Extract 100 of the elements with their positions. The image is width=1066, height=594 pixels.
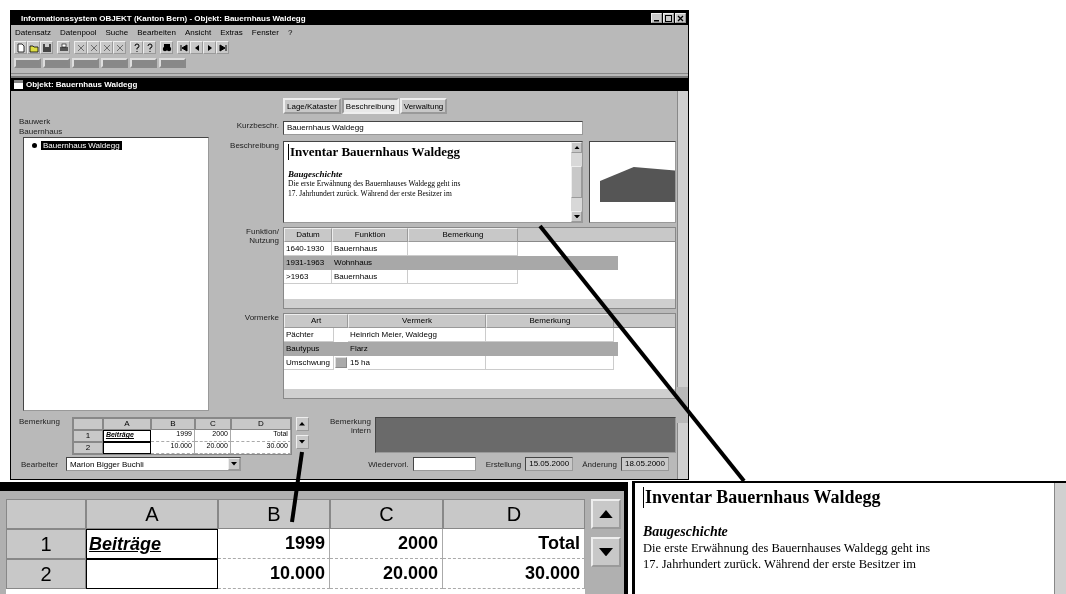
binoculars-icon[interactable]: [160, 41, 173, 54]
document-heading: Inventar Bauernhaus Waldegg: [643, 487, 1046, 508]
down-arrow-icon: [230, 462, 237, 466]
menu-item[interactable]: Bearbeiten: [137, 28, 176, 37]
horizontal-scrollbar[interactable]: [284, 299, 675, 308]
close-button[interactable]: [675, 13, 686, 23]
sheet-cell[interactable]: [86, 559, 218, 589]
down-arrow-icon: [299, 440, 306, 444]
menu-item[interactable]: Suche: [105, 28, 129, 37]
field-label: Kurzbeschr.: [235, 121, 279, 132]
created-date-field: 15.05.2000: [525, 457, 574, 471]
folder-icon[interactable]: [27, 41, 40, 54]
column-header[interactable]: D: [443, 499, 585, 529]
tab[interactable]: Verwaltung: [399, 98, 448, 114]
help-icon[interactable]: [130, 41, 143, 54]
column-header[interactable]: B: [150, 418, 195, 430]
minimize-button[interactable]: [651, 13, 662, 23]
column-header[interactable]: Art: [284, 314, 348, 328]
maximize-button[interactable]: [663, 13, 674, 23]
sheet-cell[interactable]: [102, 442, 151, 454]
document-icon: [14, 80, 23, 89]
changed-date-field: 18.05.2000: [620, 457, 669, 471]
table-cell-text: Flarz: [349, 343, 369, 355]
sheet-cell[interactable]: 20.000: [330, 559, 443, 589]
document-heading: Inventar Bauernhaus Waldegg: [288, 144, 567, 160]
scroll-down-button[interactable]: [295, 435, 309, 449]
resubmission-field[interactable]: [412, 457, 476, 471]
menu-item[interactable]: Extras: [220, 28, 243, 37]
column-header[interactable]: C: [194, 418, 231, 430]
scroll-up-button[interactable]: [295, 417, 309, 431]
tree-caption: Bauernhaus: [19, 127, 64, 137]
menu-item[interactable]: Fenster: [251, 28, 279, 37]
row-header[interactable]: 2: [6, 559, 86, 589]
page-icon[interactable]: [14, 41, 27, 54]
disk-icon[interactable]: [40, 41, 53, 54]
field-label: Bemerkung: [19, 417, 60, 426]
column-header[interactable]: A: [102, 418, 151, 430]
table-cell: Umschwung: [284, 356, 334, 370]
internal-remark-field[interactable]: [374, 417, 676, 453]
field-label: Änderung: [582, 459, 617, 469]
row-header[interactable]: 2: [72, 442, 103, 454]
table-cell-text: Bautypus: [285, 343, 321, 355]
row-header[interactable]: 1: [6, 529, 86, 559]
highlighted-table-row[interactable]: 1931-1963 Wohnhaus: [284, 256, 618, 270]
vertical-scrollbar[interactable]: [1054, 483, 1066, 594]
document-text: 17. Jahrhundert zurück. Während der erste Besitzer im: [643, 556, 917, 572]
tree-item[interactable]: Bauernhaus Waldegg: [41, 141, 122, 150]
column-header[interactable]: Vermerk: [348, 314, 486, 328]
sheet-cell[interactable]: Total: [443, 529, 585, 559]
column-header[interactable]: D: [230, 418, 291, 430]
up-arrow-icon: [599, 509, 613, 519]
table-cell-text: Wohnhaus: [333, 257, 374, 269]
horizontal-scrollbar[interactable]: [284, 389, 675, 398]
menu-item[interactable]: Ansicht: [184, 28, 212, 37]
scroll-up-button[interactable]: [591, 499, 621, 529]
vertical-scrollbar[interactable]: [571, 142, 582, 222]
sheet-cell[interactable]: Beiträge: [86, 529, 218, 559]
table-cell-text: 1931-1963: [285, 257, 326, 269]
column-header[interactable]: Bemerkung: [408, 228, 518, 242]
column-header[interactable]: C: [330, 499, 443, 529]
down-arrow-icon: [599, 547, 613, 557]
column-header[interactable]: Funktion: [332, 228, 408, 242]
maximize-icon: [665, 14, 672, 22]
printer-icon[interactable]: [57, 41, 70, 54]
bullet-icon: [32, 143, 37, 148]
document-subheading: Baugeschichte: [643, 524, 729, 540]
menu-item[interactable]: Datenpool: [60, 28, 97, 37]
document-title: Objekt: Bauernhaus Waldegg: [26, 80, 138, 89]
tab[interactable]: Lage/Kataster: [283, 98, 341, 114]
editor-dropdown[interactable]: Marion Bigger Buchli: [65, 457, 241, 471]
sheet-cell[interactable]: 1999: [218, 529, 330, 559]
row-header[interactable]: 1: [72, 430, 103, 442]
column-header[interactable]: A: [86, 499, 218, 529]
field-label: Wiedervorl.: [368, 459, 409, 469]
up-arrow-icon: [299, 422, 306, 426]
menu-item[interactable]: ?: [287, 28, 293, 37]
close-icon: [677, 14, 684, 22]
sheet-cell[interactable]: 2000: [330, 529, 443, 559]
field-label: Beschreibung: [229, 141, 279, 152]
previous-icon[interactable]: [190, 41, 203, 54]
sheet-cell[interactable]: 30.000: [443, 559, 585, 589]
first-icon[interactable]: [177, 41, 190, 54]
document-subheading: Baugeschichte: [288, 169, 344, 179]
vertical-scrollbar[interactable]: [677, 91, 688, 387]
next-icon[interactable]: [203, 41, 216, 54]
scroll-down-button[interactable]: [591, 537, 621, 567]
highlighted-table-row[interactable]: Bautypus Flarz: [284, 342, 618, 356]
menu-item[interactable]: Datensatz: [15, 28, 52, 37]
scrollbar-track[interactable]: [677, 423, 688, 479]
column-header[interactable]: Datum: [284, 228, 332, 242]
dropdown-button[interactable]: [227, 458, 240, 470]
lookup-button[interactable]: [335, 357, 347, 368]
tab[interactable]: Beschreibung: [341, 98, 399, 114]
column-header[interactable]: Bemerkung: [486, 314, 614, 328]
sheet-cell[interactable]: 10.000: [218, 559, 330, 589]
field-label: Bearbeiter: [21, 459, 58, 469]
column-header[interactable]: B: [218, 499, 330, 529]
last-icon[interactable]: [216, 41, 229, 54]
field-label: Erstellung: [485, 459, 522, 469]
short-description-field[interactable]: Bauernhaus Waldegg: [283, 121, 583, 135]
